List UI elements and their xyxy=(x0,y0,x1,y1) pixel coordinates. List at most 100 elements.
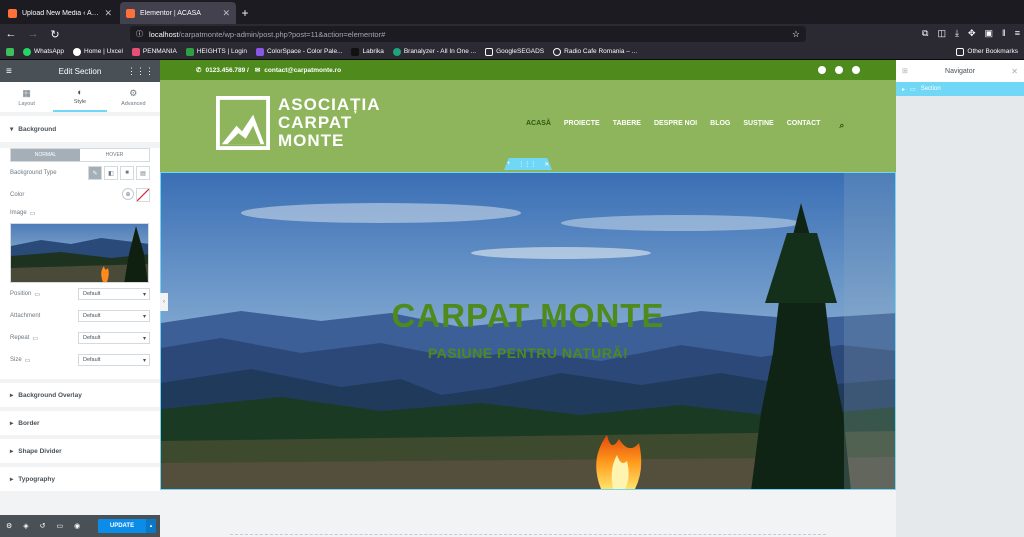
normal-state-tab[interactable]: NORMAL xyxy=(11,149,80,161)
menu-item-contact[interactable]: CONTACT xyxy=(787,120,821,131)
browser-tab-upload-media[interactable]: Upload New Media ‹ Asociația ✕ xyxy=(2,2,118,24)
menu-item-proiecte[interactable]: PROIECTE xyxy=(564,120,600,131)
global-colors-icon[interactable]: ⊕ xyxy=(122,188,134,200)
add-section-dropzone[interactable] xyxy=(230,534,826,535)
control-label: Image xyxy=(10,210,27,216)
search-icon[interactable]: ⌕ xyxy=(839,120,844,131)
position-select[interactable]: Default xyxy=(78,288,150,300)
typography-section[interactable]: ▸ Typography xyxy=(0,467,160,491)
caret-up-icon[interactable]: ▴ xyxy=(146,519,156,533)
browser-tab-elementor[interactable]: Elementor | ACASĂ ✕ xyxy=(120,2,236,24)
browser-tab-bar: Upload New Media ‹ Asociația ✕ Elementor… xyxy=(0,0,1024,24)
tab-title: Upload New Media ‹ Asociația xyxy=(22,9,100,17)
page-info-icon[interactable]: ⓘ xyxy=(136,29,143,39)
attachment-select[interactable]: Default xyxy=(78,310,150,322)
bookmark-item[interactable]: PENMANIA xyxy=(131,47,177,56)
puzzle-icon[interactable]: ✥ xyxy=(968,28,976,39)
history-icon[interactable]: ↺ xyxy=(40,522,46,530)
address-bar[interactable]: ⓘ localhost/carpatmonte/wp-admin/post.ph… xyxy=(130,26,806,42)
tab-advanced[interactable]: ⚙ Advanced xyxy=(107,82,160,112)
close-tab-icon[interactable]: ✕ xyxy=(222,8,230,19)
hamburger-menu-icon[interactable]: ≡ xyxy=(6,66,12,77)
close-icon[interactable]: ✕ xyxy=(1011,67,1018,76)
preview-eye-icon[interactable]: ◉ xyxy=(74,522,80,530)
forward-arrow-icon[interactable]: → xyxy=(22,28,44,40)
section-icon: ▭ xyxy=(910,86,916,93)
color-swatch[interactable] xyxy=(136,188,150,202)
video-icon[interactable]: ■ xyxy=(120,166,134,180)
menu-icon[interactable]: ≡ xyxy=(1015,28,1020,39)
image-preview[interactable] xyxy=(10,223,149,283)
caret-down-icon: ▾ xyxy=(10,126,14,133)
menu-item-acasa[interactable]: ACASĂ xyxy=(526,120,551,131)
bookmark-item[interactable]: GoogleSEGADS xyxy=(485,47,544,56)
half-circle-icon: ◐ xyxy=(77,87,83,97)
size-select[interactable]: Default xyxy=(78,354,150,366)
site-topbar: ✆ 0123.456.789 / ✉ contact@carpatmonte.r… xyxy=(160,60,896,80)
panel-tabs: ▦ Layout ◐ Style ⚙ Advanced xyxy=(0,82,160,112)
gear-icon: ⚙ xyxy=(129,87,138,98)
menu-item-blog[interactable]: BLOG xyxy=(710,120,730,131)
tab-style[interactable]: ◐ Style xyxy=(53,82,107,112)
bookmark-item[interactable]: WhatsApp xyxy=(23,47,64,56)
tab-layout[interactable]: ▦ Layout xyxy=(0,82,53,112)
background-section-toggle[interactable]: ▾ Background xyxy=(0,116,160,142)
new-tab-button[interactable]: + xyxy=(236,2,254,24)
site-logo[interactable]: ASOCIAȚIA CARPAT MONTE xyxy=(216,96,381,150)
bookmark-item[interactable]: HEIGHTS | Login xyxy=(185,47,247,56)
hero-section[interactable]: CARPAT MONTE PASIUNE PENTRU NATURĂ! xyxy=(160,172,896,490)
border-section[interactable]: ▸ Border xyxy=(0,411,160,435)
library-icon[interactable]: ‖ xyxy=(1002,28,1006,39)
bookmark-star-icon[interactable]: ☆ xyxy=(792,29,800,40)
background-overlay-section[interactable]: ▸ Background Overlay xyxy=(0,383,160,407)
reload-icon[interactable]: ↻ xyxy=(44,28,66,41)
bookmark-item[interactable]: Labrika xyxy=(351,47,384,56)
repeat-select[interactable]: Default xyxy=(78,332,150,344)
expand-all-icon[interactable]: ⊞ xyxy=(902,67,908,75)
section-handle[interactable]: + ⋮⋮⋮ ✕ xyxy=(504,158,552,170)
widgets-grid-icon[interactable]: ⋮⋮⋮ xyxy=(127,66,154,77)
delete-section-icon[interactable]: ✕ xyxy=(544,161,549,168)
shape-divider-section[interactable]: ▸ Shape Divider xyxy=(0,439,160,463)
menu-item-tabere[interactable]: TABERE xyxy=(613,120,641,131)
tab-label: Style xyxy=(73,99,87,105)
slideshow-icon[interactable]: ▤ xyxy=(136,166,150,180)
position-control: Position ▭ Default xyxy=(10,283,150,305)
drag-handle-icon[interactable]: ⋮⋮⋮ xyxy=(518,161,536,168)
update-button[interactable]: UPDATE xyxy=(98,519,146,533)
bookmark-item[interactable]: Radio Cafe Romania – ... xyxy=(553,47,637,56)
update-button-group: UPDATE ▴ xyxy=(98,519,156,533)
bookmark-item[interactable]: Branalyzer - All In One ... xyxy=(392,47,476,56)
youtube-icon[interactable] xyxy=(852,66,860,74)
facebook-icon[interactable] xyxy=(818,66,826,74)
hover-state-tab[interactable]: HOVER xyxy=(80,149,149,161)
bookmark-item[interactable]: Home | Uxcel xyxy=(73,47,123,56)
navigator-item-section[interactable]: ▸ ▭ Section xyxy=(896,82,1024,96)
caret-right-icon: ▸ xyxy=(902,86,906,93)
classic-brush-icon[interactable]: ✎ xyxy=(88,166,102,180)
add-section-icon[interactable]: + xyxy=(507,161,511,167)
extensions-icon[interactable]: ⧉ xyxy=(922,28,928,39)
contact-email[interactable]: contact@carpatmonte.ro xyxy=(264,67,341,74)
bookmark-apps[interactable] xyxy=(6,47,14,56)
envelope-icon: ✉ xyxy=(254,67,261,74)
save-icon[interactable]: ▣ xyxy=(985,28,994,39)
close-tab-icon[interactable]: ✕ xyxy=(104,8,112,19)
menu-item-sustine[interactable]: SUSȚINE xyxy=(743,120,773,131)
layers-icon[interactable]: ◈ xyxy=(23,522,28,530)
instagram-icon[interactable] xyxy=(835,66,843,74)
collapse-panel-arrow-icon[interactable]: ‹ xyxy=(160,293,168,311)
pocket-icon[interactable]: ◫ xyxy=(937,28,946,39)
logo-line: CARPAT xyxy=(278,113,353,132)
background-type-control: Background Type ✎ ◧ ■ ▤ xyxy=(10,162,150,184)
penmania-icon xyxy=(131,47,140,56)
bookmark-item[interactable]: ColorSpace - Color Pale... xyxy=(255,47,342,56)
responsive-icon[interactable]: ▭ xyxy=(57,522,64,530)
download-icon[interactable]: ⤓ xyxy=(955,28,959,39)
other-bookmarks[interactable]: Other Bookmarks xyxy=(956,47,1018,56)
tab-title: Elementor | ACASĂ xyxy=(140,9,201,17)
gradient-icon[interactable]: ◧ xyxy=(104,166,118,180)
settings-gear-icon[interactable]: ⚙ xyxy=(6,522,12,530)
menu-item-despre-noi[interactable]: DESPRE NOI xyxy=(654,120,697,131)
back-arrow-icon[interactable]: ← xyxy=(0,28,22,40)
